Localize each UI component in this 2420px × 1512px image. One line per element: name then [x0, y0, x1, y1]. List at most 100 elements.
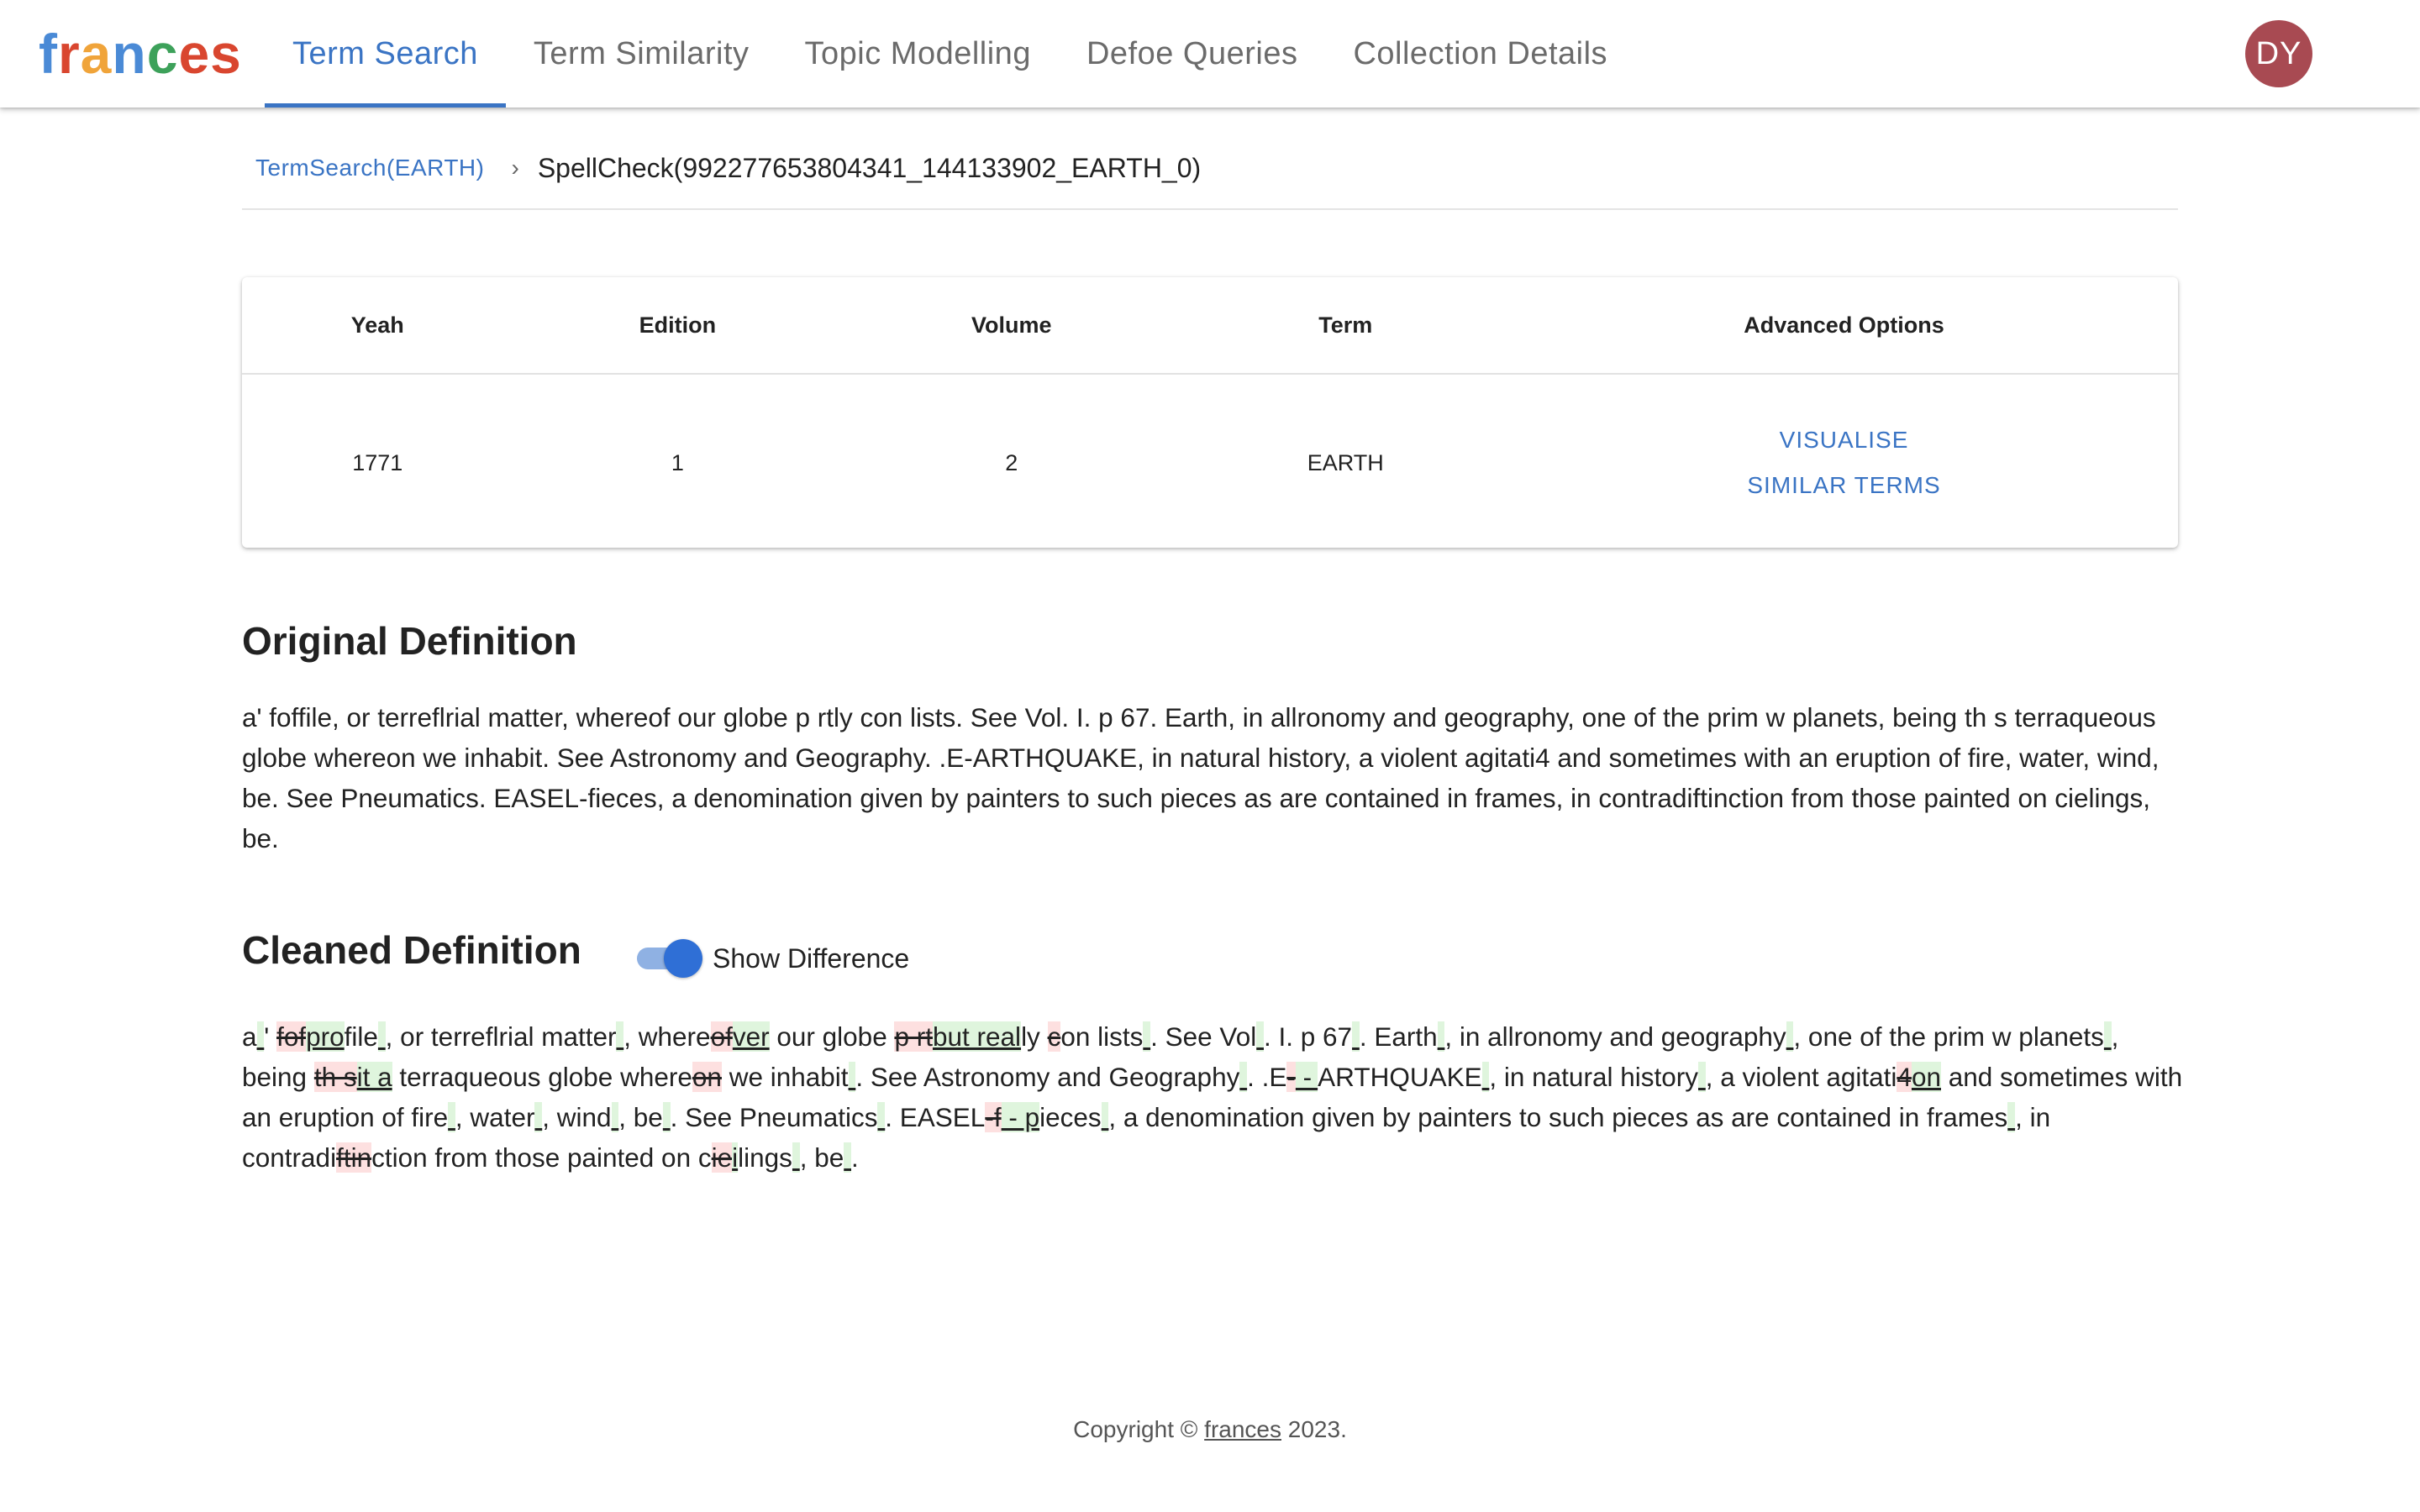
cell-year: 1771: [352, 449, 403, 475]
diff-added: [256, 1021, 265, 1052]
diff-removed: ftin: [336, 1142, 372, 1173]
cell-advanced-options: VISUALISE SIMILAR TERMS: [1510, 374, 2178, 551]
frances-logo[interactable]: frances: [39, 18, 242, 89]
diff-text: file: [344, 1021, 378, 1052]
logo-letter: e: [178, 23, 211, 85]
diff-added: [611, 1102, 619, 1132]
diff-text: , a denomination given by painters to su…: [1108, 1102, 2008, 1132]
diff-added: but real: [932, 1021, 1022, 1052]
app-bar: frances Term Search Term Similarity Topic …: [0, 0, 2420, 108]
column-header-edition: Edition: [513, 277, 843, 375]
footer-frances-link[interactable]: frances: [1204, 1416, 1281, 1442]
logo-letter: r: [57, 23, 81, 85]
diff-added: [1698, 1062, 1706, 1092]
cell-edition: 1: [671, 449, 684, 475]
diff-text: , a violent agitati: [1705, 1062, 1897, 1092]
diff-text: a: [242, 1021, 257, 1052]
diff-text: terraqueous globe where: [392, 1062, 692, 1092]
show-difference-toggle[interactable]: [635, 939, 702, 978]
visualise-button[interactable]: VISUALISE: [1511, 427, 2177, 454]
diff-text: . Earth: [1359, 1021, 1438, 1052]
diff-removed: on: [692, 1062, 722, 1092]
toggle-thumb[interactable]: [664, 939, 702, 978]
diff-text: . EASEL: [885, 1102, 986, 1132]
term-details-table: Yeah Edition Volume Term Advanced Option…: [242, 277, 2178, 551]
diff-text: ction from those painted on c: [371, 1142, 712, 1173]
logo-letter: c: [146, 23, 179, 85]
diff-removed: ie: [711, 1142, 733, 1173]
diff-added: [1239, 1062, 1248, 1092]
cleaned-definition-heading: Cleaned Definition: [242, 928, 581, 972]
term-details-card: Yeah Edition Volume Term Advanced Option…: [242, 277, 2178, 548]
diff-removed: th s: [313, 1062, 357, 1092]
diff-text: , or terreflrial matter: [385, 1021, 617, 1052]
diff-text: , be: [618, 1102, 663, 1132]
diff-added: [2007, 1102, 2016, 1132]
diff-text: lings: [738, 1142, 792, 1173]
breadcrumb-link-term-search[interactable]: TermSearch(EARTH): [255, 155, 484, 181]
diff-text: ly: [1021, 1021, 1048, 1052]
diff-text: . I. p 67: [1263, 1021, 1353, 1052]
diff-added: [1352, 1021, 1360, 1052]
tab-defoe-queries[interactable]: Defoe Queries: [1059, 0, 1326, 108]
diff-removed: -: [1286, 1062, 1296, 1092]
diff-text: , wind: [542, 1102, 612, 1132]
diff-text: , in natural history: [1489, 1062, 1698, 1092]
diff-text: .: [851, 1142, 859, 1173]
breadcrumb-separator-icon: ›: [511, 155, 519, 181]
diff-added: [377, 1021, 386, 1052]
diff-removed: c: [1047, 1021, 1061, 1052]
diff-removed: fof: [276, 1021, 307, 1052]
tab-term-search[interactable]: Term Search: [265, 0, 506, 108]
diff-added: [877, 1102, 886, 1132]
column-header-year: Yeah: [242, 277, 513, 375]
diff-text: our globe: [769, 1021, 895, 1052]
footer: Copyright © frances 2023.: [0, 1416, 2420, 1443]
column-header-volume: Volume: [842, 277, 1181, 375]
breadcrumb-current: SpellCheck(992277653804341_144133902_EAR…: [537, 152, 1202, 183]
original-definition-heading: Original Definition: [242, 619, 577, 663]
diff-text: we inhabit: [721, 1062, 849, 1092]
diff-added: [1143, 1021, 1151, 1052]
diff-added: [534, 1102, 543, 1132]
diff-removed: 4: [1897, 1062, 1912, 1092]
logo-letter: f: [39, 23, 58, 85]
footer-copyright-prefix: Copyright ©: [1073, 1416, 1205, 1442]
diff-added: [662, 1102, 671, 1132]
tab-topic-modelling[interactable]: Topic Modelling: [777, 0, 1059, 108]
original-definition-text: a' foffile, or terreflrial matter, where…: [242, 702, 2160, 853]
show-difference-label: Show Difference: [713, 943, 910, 974]
tab-term-similarity[interactable]: Term Similarity: [506, 0, 777, 108]
diff-added: [1256, 1021, 1264, 1052]
diff-added: ver: [732, 1021, 770, 1052]
diff-text: ': [264, 1021, 277, 1052]
diff-text: , one of the prim w planets: [1793, 1021, 2104, 1052]
cell-volume: 2: [1005, 449, 1018, 475]
diff-added: [792, 1142, 800, 1173]
main-nav: Term Search Term Similarity Topic Modellin…: [265, 0, 1635, 108]
logo-letter: s: [210, 23, 242, 85]
diff-added: it a: [356, 1062, 392, 1092]
diff-text: . See Vol: [1150, 1021, 1257, 1052]
diff-added: pro: [306, 1021, 345, 1052]
cleaned-definition-text: a ' fofprofile , or terreflrial matter ,…: [242, 1016, 2183, 1178]
diff-added: [2103, 1021, 2112, 1052]
diff-text: on lists: [1060, 1021, 1144, 1052]
diff-added: [848, 1062, 856, 1092]
diff-added: [448, 1102, 455, 1132]
diff-text: . .E: [1247, 1062, 1287, 1092]
diff-added: - p: [1001, 1102, 1040, 1132]
similar-terms-button[interactable]: SIMILAR TERMS: [1511, 472, 2177, 499]
column-header-term: Term: [1181, 277, 1511, 375]
footer-copyright-suffix: 2023.: [1281, 1416, 1347, 1442]
diff-added: on: [1911, 1062, 1941, 1092]
diff-added: [844, 1142, 852, 1173]
diff-text: ieces: [1039, 1102, 1102, 1132]
diff-text: , in allronomy and geography: [1444, 1021, 1786, 1052]
tab-collection-details[interactable]: Collection Details: [1325, 0, 1635, 108]
avatar[interactable]: DY: [2245, 20, 2312, 87]
diff-added: -: [1295, 1062, 1318, 1092]
diff-text: ARTHQUAKE: [1318, 1062, 1482, 1092]
diff-removed: -f: [985, 1102, 1002, 1132]
logo-letter: n: [112, 23, 147, 85]
